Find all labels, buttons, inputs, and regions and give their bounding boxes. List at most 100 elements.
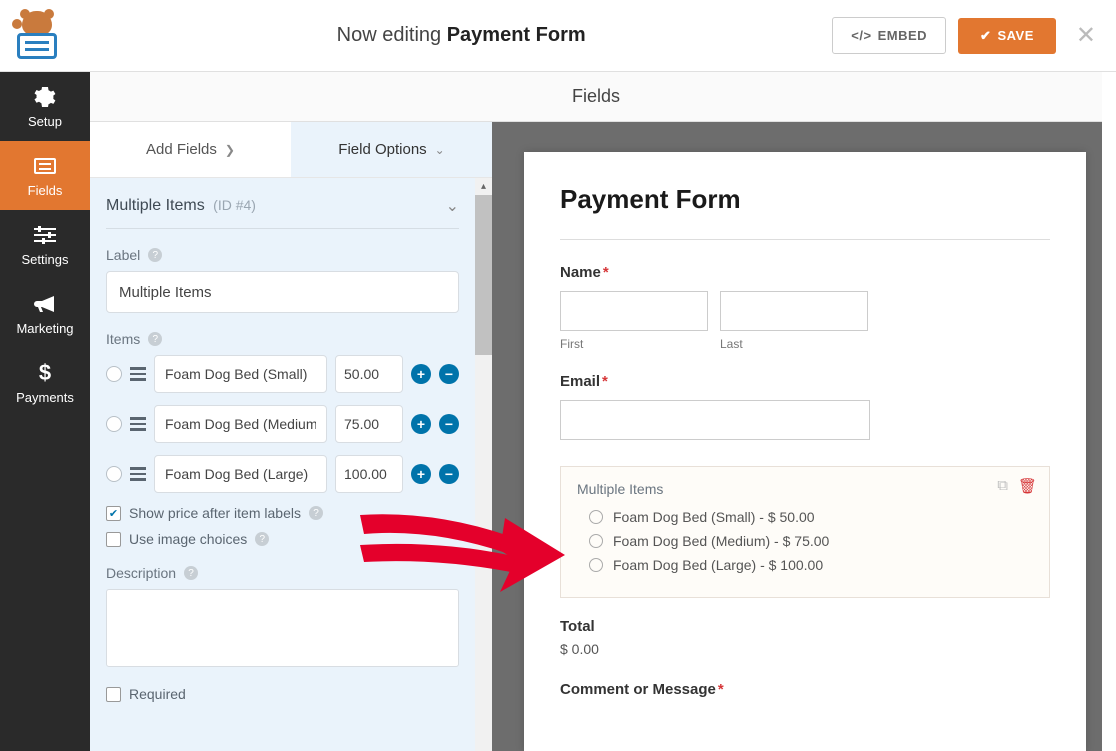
remove-item-button[interactable]: −: [439, 364, 459, 384]
top-bar: Now editing Payment Form </> EMBED ✔ SAV…: [0, 0, 1116, 72]
option-row[interactable]: Foam Dog Bed (Small) - $ 50.00: [589, 509, 1033, 525]
item-row: + −: [106, 405, 459, 443]
sidebar-label: Fields: [28, 183, 63, 198]
divider: [560, 239, 1050, 240]
help-icon[interactable]: ?: [255, 532, 269, 546]
drag-handle-icon[interactable]: [130, 417, 146, 431]
item-name-input[interactable]: [154, 455, 327, 493]
help-icon[interactable]: ?: [148, 332, 162, 346]
option-row[interactable]: Foam Dog Bed (Large) - $ 100.00: [589, 557, 1033, 573]
list-icon: [34, 155, 56, 177]
radio-icon[interactable]: [589, 510, 603, 524]
save-button[interactable]: ✔ SAVE: [958, 18, 1056, 54]
drag-handle-icon[interactable]: [130, 367, 146, 381]
default-radio[interactable]: [106, 466, 122, 482]
default-radio[interactable]: [106, 416, 122, 432]
required-checkbox-row[interactable]: Required: [106, 686, 459, 702]
delete-icon[interactable]: 🗑: [1018, 477, 1037, 495]
field-section-heading[interactable]: Multiple Items (ID #4) ⌄: [106, 178, 459, 229]
sidebar-item-setup[interactable]: Setup: [0, 72, 90, 141]
item-name-input[interactable]: [154, 355, 327, 393]
items-row: Items ?: [106, 331, 459, 347]
field-id: (ID #4): [213, 197, 256, 213]
tab-add-fields[interactable]: Add Fields ❯: [90, 122, 291, 177]
wpforms-logo: [10, 11, 90, 61]
sidebar-label: Settings: [22, 252, 69, 267]
option-label: Foam Dog Bed (Large) - $ 100.00: [613, 557, 823, 573]
code-icon: </>: [851, 28, 871, 43]
description-row: Description ?: [106, 565, 459, 581]
sidebar-item-settings[interactable]: Settings: [0, 210, 90, 279]
name-field-label: Name*: [560, 264, 1050, 281]
help-icon[interactable]: ?: [184, 566, 198, 580]
check-icon: ✔: [980, 28, 991, 44]
total-label: Total: [560, 618, 1050, 635]
chevron-down-icon: ⌄: [435, 143, 445, 157]
help-icon[interactable]: ?: [148, 248, 162, 262]
sidebar-item-payments[interactable]: $ Payments: [0, 348, 90, 417]
remove-item-button[interactable]: −: [439, 464, 459, 484]
embed-button[interactable]: </> EMBED: [832, 17, 946, 54]
checkbox-icon[interactable]: [106, 532, 121, 547]
item-price-input[interactable]: [335, 455, 403, 493]
duplicate-icon[interactable]: ⧉: [997, 477, 1008, 495]
option-label: Foam Dog Bed (Small) - $ 50.00: [613, 509, 815, 525]
embed-label: EMBED: [878, 28, 927, 43]
gear-icon: [34, 86, 56, 108]
checkbox-checked-icon[interactable]: ✔: [106, 506, 121, 521]
chevron-right-icon: ❯: [225, 143, 235, 157]
add-item-button[interactable]: +: [411, 414, 431, 434]
remove-item-button[interactable]: −: [439, 414, 459, 434]
email-field-label: Email*: [560, 373, 1050, 390]
option-row[interactable]: Foam Dog Bed (Medium) - $ 75.00: [589, 533, 1033, 549]
required-asterisk: *: [602, 373, 608, 390]
label-row: Label ?: [106, 247, 459, 263]
last-sublabel: Last: [720, 337, 868, 351]
dollar-icon: $: [34, 362, 56, 384]
use-image-label: Use image choices: [129, 531, 247, 547]
section-title: Multiple Items: [106, 197, 205, 214]
show-price-label: Show price after item labels: [129, 505, 301, 521]
add-item-button[interactable]: +: [411, 364, 431, 384]
use-image-checkbox-row[interactable]: Use image choices ?: [106, 531, 459, 547]
tab-field-options[interactable]: Field Options ⌄: [291, 122, 492, 177]
editing-prefix: Now editing: [337, 24, 447, 46]
sidebar-item-marketing[interactable]: Marketing: [0, 279, 90, 348]
sidebar-item-fields[interactable]: Fields: [0, 141, 90, 210]
item-price-input[interactable]: [335, 405, 403, 443]
help-icon[interactable]: ?: [309, 506, 323, 520]
show-price-checkbox-row[interactable]: ✔ Show price after item labels ?: [106, 505, 459, 521]
total-value: $ 0.00: [560, 641, 1050, 657]
bullhorn-icon: [34, 293, 56, 315]
label-input[interactable]: [106, 271, 459, 313]
tab-label: Field Options: [338, 141, 426, 158]
item-price-input[interactable]: [335, 355, 403, 393]
add-item-button[interactable]: +: [411, 464, 431, 484]
label-text: Label: [106, 247, 140, 263]
item-row: + −: [106, 455, 459, 493]
radio-icon[interactable]: [589, 534, 603, 548]
close-icon[interactable]: ✕: [1076, 21, 1096, 50]
email-input[interactable]: [560, 400, 870, 440]
preview-title: Payment Form: [560, 184, 1050, 215]
default-radio[interactable]: [106, 366, 122, 382]
checkbox-icon[interactable]: [106, 687, 121, 702]
tab-label: Add Fields: [146, 141, 217, 158]
sliders-icon: [34, 224, 56, 246]
item-name-input[interactable]: [154, 405, 327, 443]
first-name-input[interactable]: [560, 291, 708, 331]
sidebar-label: Payments: [16, 390, 74, 405]
main-sidebar: Setup Fields Settings Marketing $ Paymen…: [0, 72, 90, 751]
option-label: Foam Dog Bed (Medium) - $ 75.00: [613, 533, 829, 549]
sidebar-label: Marketing: [16, 321, 73, 336]
drag-handle-icon[interactable]: [130, 467, 146, 481]
radio-icon[interactable]: [589, 558, 603, 572]
form-name: Payment Form: [447, 24, 586, 46]
multiple-items-field[interactable]: ⧉ 🗑 Multiple Items Foam Dog Bed (Small) …: [560, 466, 1050, 598]
description-textarea[interactable]: [106, 589, 459, 667]
scrollbar-thumb[interactable]: [475, 195, 492, 355]
panel-scrollbar[interactable]: ▴: [475, 178, 492, 751]
comment-field-label: Comment or Message*: [560, 681, 1050, 698]
last-name-input[interactable]: [720, 291, 868, 331]
field-options-panel: Add Fields ❯ Field Options ⌄ ▴ Multiple …: [90, 122, 492, 751]
